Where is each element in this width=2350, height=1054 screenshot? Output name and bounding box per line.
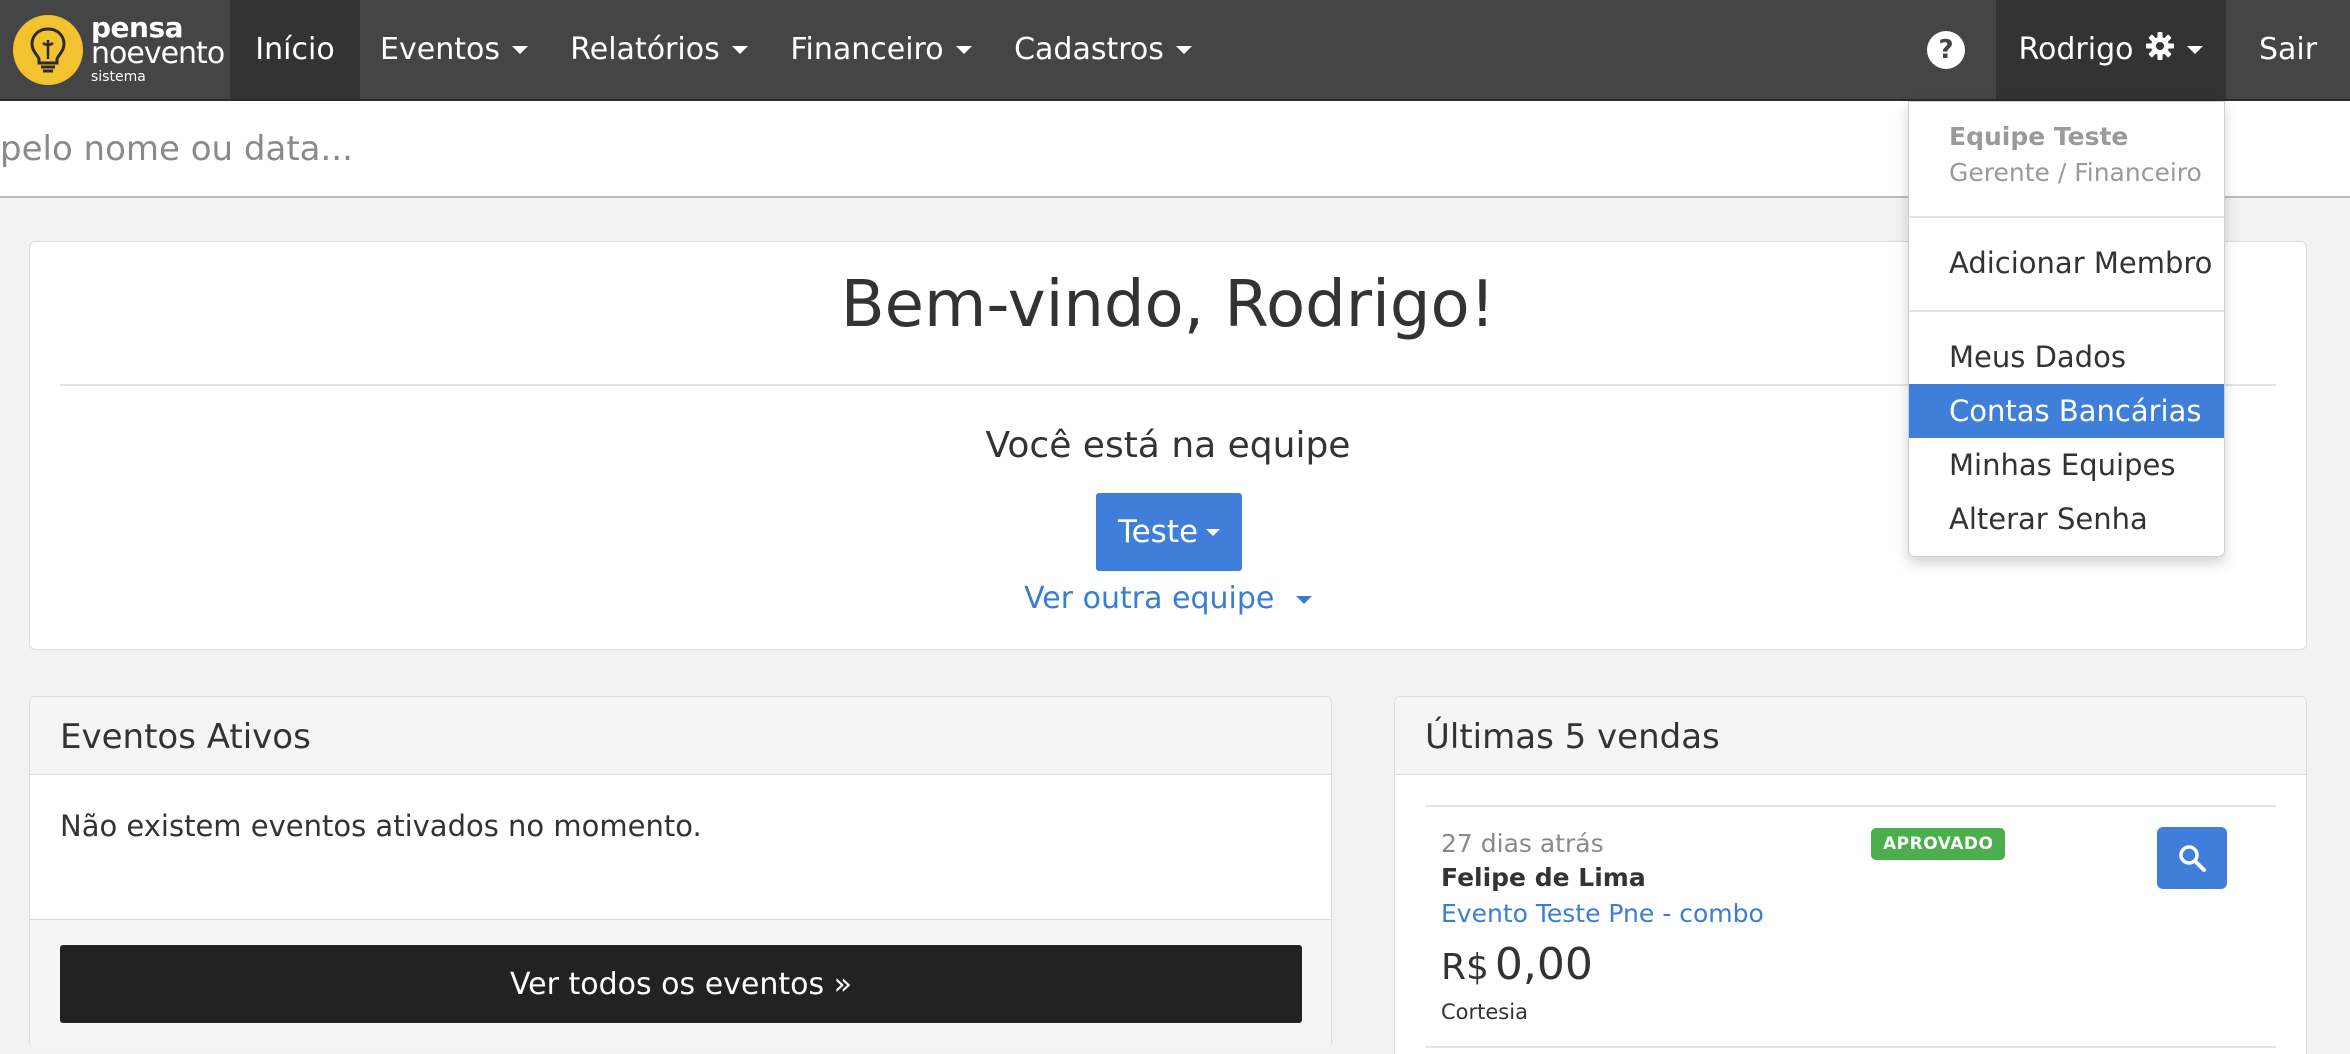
latest-sales-panel: Últimas 5 vendas 27 dias atrás Felipe de… [1394, 696, 2307, 1054]
top-navbar: pensa noevento sistema Início Eventos Re… [0, 0, 2350, 101]
latest-sales-title: Últimas 5 vendas [1425, 717, 1720, 757]
status-badge: APROVADO [1871, 828, 2006, 860]
chevron-down-icon [955, 45, 972, 54]
user-name-label: Rodrigo [2018, 32, 2134, 67]
help-icon[interactable]: ? [1927, 31, 1965, 69]
menu-item-add-member[interactable]: Adicionar Membro [1909, 236, 2224, 290]
panel-header: Eventos Ativos [30, 697, 1331, 775]
chevron-down-icon [2187, 45, 2204, 54]
active-events-panel: Eventos Ativos Não existem eventos ativa… [29, 696, 1332, 1049]
chevron-down-icon [1295, 595, 1312, 604]
view-sale-button[interactable] [2157, 827, 2227, 889]
nav-events-label: Eventos [380, 32, 500, 67]
nav-financial[interactable]: Financeiro [770, 0, 992, 99]
other-team-link[interactable]: Ver outra equipe [30, 581, 2306, 616]
divider [1425, 1046, 2276, 1048]
sale-event-link[interactable]: Evento Teste Pne - combo [1441, 899, 1764, 928]
nav-home-label: Início [255, 32, 335, 67]
chevron-down-icon [731, 45, 748, 54]
nav-home[interactable]: Início [230, 0, 360, 99]
menu-item-change-password[interactable]: Alterar Senha [1909, 492, 2224, 546]
user-menu-toggle[interactable]: Rodrigo [1996, 0, 2226, 99]
logout-label: Sair [2258, 32, 2318, 67]
dropdown-divider [1909, 216, 2224, 218]
sale-time: 27 dias atrás [1441, 829, 1604, 858]
nav-events[interactable]: Eventos [360, 0, 548, 99]
nav-reports[interactable]: Relatórios [548, 0, 770, 99]
brand-text: pensa noevento sistema [91, 14, 225, 85]
divider [1425, 805, 2276, 807]
menu-item-my-data[interactable]: Meus Dados [1909, 330, 2224, 384]
nav-reports-label: Relatórios [570, 32, 720, 67]
sale-amount: R$ 0,00 [1441, 939, 1593, 990]
menu-item-my-teams[interactable]: Minhas Equipes [1909, 438, 2224, 492]
dropdown-team-name: Equipe Teste [1949, 122, 2129, 151]
brand-line-2: noevento [91, 36, 225, 71]
nav-registers-label: Cadastros [1014, 32, 1164, 67]
lightbulb-icon [13, 15, 83, 85]
dropdown-divider [1909, 310, 2224, 312]
chevron-down-icon [1206, 528, 1221, 536]
logout-link[interactable]: Sair [2226, 0, 2350, 99]
other-team-label: Ver outra equipe [1024, 581, 1275, 616]
brand-line-3: sistema [91, 69, 146, 85]
gear-icon [2145, 31, 2175, 69]
menu-item-bank-accounts[interactable]: Contas Bancárias [1909, 384, 2224, 438]
empty-events-message: Não existem eventos ativados no momento. [60, 809, 702, 843]
team-button-label: Teste [1117, 514, 1199, 550]
search-icon [2179, 845, 2206, 872]
sale-value: 0,00 [1494, 939, 1593, 990]
view-all-events-button[interactable]: Ver todos os eventos » [60, 945, 1302, 1023]
panel-header: Últimas 5 vendas [1395, 697, 2306, 775]
search-input[interactable] [0, 101, 1900, 196]
dropdown-user-role: Gerente / Financeiro [1949, 158, 2202, 187]
user-dropdown-menu: Equipe Teste Gerente / Financeiro Adicio… [1908, 101, 2225, 557]
sale-type: Cortesia [1441, 1000, 1528, 1024]
active-events-title: Eventos Ativos [60, 717, 311, 757]
nav-registers[interactable]: Cadastros [992, 0, 1214, 99]
sale-buyer-name: Felipe de Lima [1441, 863, 1646, 892]
sale-currency: R$ [1441, 947, 1489, 988]
chevron-down-icon [511, 45, 528, 54]
team-dropdown-button[interactable]: Teste [1096, 493, 1242, 571]
nav-financial-label: Financeiro [790, 32, 944, 67]
brand-logo[interactable]: pensa noevento sistema [0, 0, 230, 99]
chevron-down-icon [1175, 45, 1192, 54]
